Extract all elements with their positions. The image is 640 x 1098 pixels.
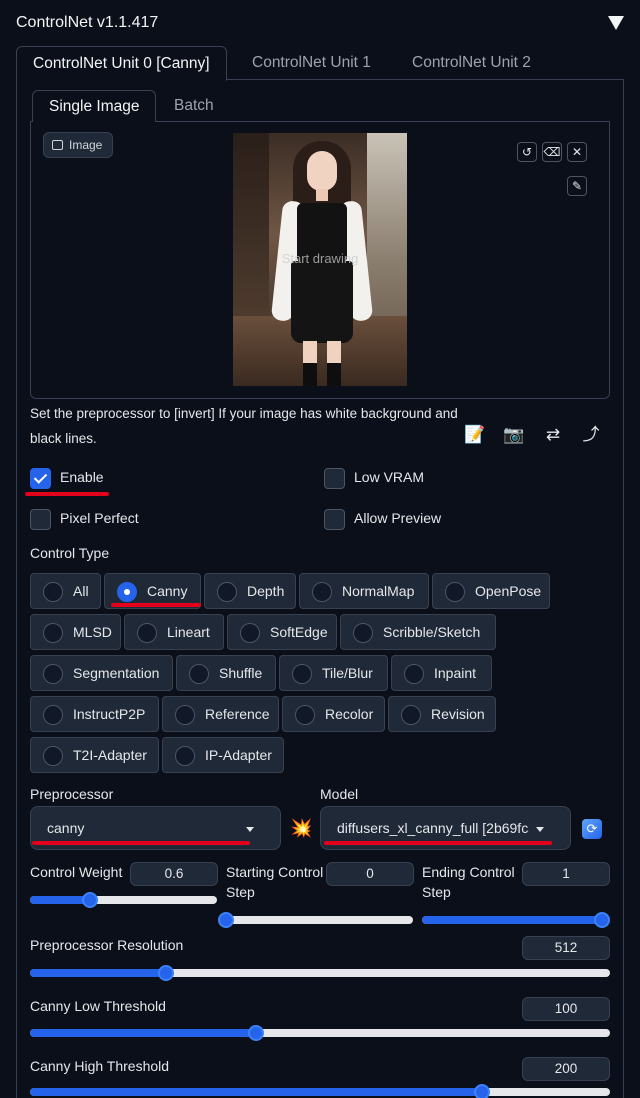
canny-low-input[interactable]: 100 bbox=[522, 997, 610, 1021]
allow-preview-row[interactable]: Allow Preview bbox=[324, 509, 464, 531]
slider-thumb[interactable] bbox=[218, 912, 234, 928]
ending-step-label: Ending Control Step bbox=[422, 864, 515, 900]
camera-icon[interactable]: 📷 bbox=[503, 424, 525, 446]
brush-icon[interactable]: ✎ bbox=[567, 176, 587, 196]
tab-unit-1[interactable]: ControlNet Unit 1 bbox=[236, 46, 387, 80]
image-chip-label: Image bbox=[69, 138, 103, 152]
low-vram-row[interactable]: Low VRAM bbox=[324, 468, 464, 490]
pixel-perfect-checkbox[interactable] bbox=[30, 509, 51, 530]
control-type-depth[interactable]: Depth bbox=[204, 573, 296, 609]
close-icon[interactable]: ✕ bbox=[567, 142, 587, 162]
enable-checkbox-row[interactable]: Enable bbox=[30, 468, 150, 490]
annotation-underline bbox=[32, 841, 250, 845]
control-weight-slider[interactable] bbox=[30, 892, 217, 908]
canny-low-slider[interactable] bbox=[30, 1025, 610, 1041]
annotation-underline bbox=[111, 603, 201, 607]
ending-step-input[interactable]: 1 bbox=[522, 862, 610, 886]
control-weight-label: Control Weight bbox=[30, 864, 123, 880]
start-drawing-overlay: Start drawing bbox=[281, 251, 359, 266]
preprocessor-resolution-input[interactable]: 512 bbox=[522, 936, 610, 960]
annotation-underline bbox=[25, 492, 109, 496]
control-type-ip-adapter[interactable]: IP-Adapter bbox=[162, 737, 284, 773]
refresh-models-icon[interactable]: ⟳ bbox=[582, 819, 602, 839]
control-type-t2i-adapter[interactable]: T2I-Adapter bbox=[30, 737, 159, 773]
model-value: diffusers_xl_canny_full [2b69fca4] bbox=[337, 820, 529, 836]
undo-icon[interactable]: ↺ bbox=[517, 142, 537, 162]
swap-icon[interactable]: ⇄ bbox=[542, 424, 564, 446]
image-tab-bar: Single Image Batch bbox=[30, 90, 610, 123]
control-type-instructp2p[interactable]: InstructP2P bbox=[30, 696, 159, 732]
control-type-all[interactable]: All bbox=[30, 573, 101, 609]
control-type-shuffle[interactable]: Shuffle bbox=[176, 655, 276, 691]
tab-unit-0[interactable]: ControlNet Unit 0 [Canny] bbox=[16, 46, 227, 81]
accordion-header[interactable]: ControlNet v1.1.417 bbox=[0, 0, 640, 48]
eraser-icon[interactable]: ⌫ bbox=[542, 142, 562, 162]
control-type-revision[interactable]: Revision bbox=[388, 696, 496, 732]
control-type-label: Control Type bbox=[30, 545, 110, 561]
unit-tab-bar: ControlNet Unit 0 [Canny] ControlNet Uni… bbox=[16, 46, 624, 81]
control-type-scribble[interactable]: Scribble/Sketch bbox=[340, 614, 496, 650]
preprocessor-resolution-label: Preprocessor Resolution bbox=[30, 937, 184, 953]
canny-low-label: Canny Low Threshold bbox=[30, 998, 166, 1014]
collapse-triangle-icon[interactable] bbox=[608, 16, 624, 30]
annotation-underline bbox=[324, 841, 552, 845]
control-type-mlsd[interactable]: MLSD bbox=[30, 614, 121, 650]
control-weight-input[interactable]: 0.6 bbox=[130, 862, 218, 886]
pixel-perfect-label: Pixel Perfect bbox=[60, 510, 139, 526]
image-canvas[interactable]: Image Start drawing ↺ ⌫ ✕ ✎ bbox=[30, 122, 610, 399]
control-type-tile-blur[interactable]: Tile/Blur bbox=[279, 655, 388, 691]
allow-preview-checkbox[interactable] bbox=[324, 509, 345, 530]
chevron-down-icon bbox=[536, 827, 544, 832]
low-vram-label: Low VRAM bbox=[354, 469, 425, 485]
enable-label: Enable bbox=[60, 469, 104, 485]
enable-checkbox[interactable] bbox=[30, 468, 51, 489]
control-type-normalmap[interactable]: NormalMap bbox=[299, 573, 429, 609]
panel-title: ControlNet v1.1.417 bbox=[16, 14, 159, 31]
control-type-lineart[interactable]: Lineart bbox=[124, 614, 224, 650]
tab-single-image[interactable]: Single Image bbox=[32, 90, 157, 123]
model-label: Model bbox=[320, 786, 359, 802]
canny-high-slider[interactable] bbox=[30, 1084, 610, 1098]
tab-unit-2[interactable]: ControlNet Unit 2 bbox=[396, 46, 547, 80]
chevron-down-icon bbox=[246, 827, 254, 832]
control-type-softedge[interactable]: SoftEdge bbox=[227, 614, 337, 650]
ending-step-slider[interactable] bbox=[422, 912, 610, 928]
control-type-inpaint[interactable]: Inpaint bbox=[391, 655, 492, 691]
control-type-segmentation[interactable]: Segmentation bbox=[30, 655, 173, 691]
preprocessor-value: canny bbox=[47, 820, 85, 836]
allow-preview-label: Allow Preview bbox=[354, 510, 442, 526]
canny-high-label: Canny High Threshold bbox=[30, 1058, 170, 1074]
preprocessor-label: Preprocessor bbox=[30, 786, 114, 802]
invert-hint: Set the preprocessor to [invert] If your… bbox=[30, 406, 458, 446]
image-icon bbox=[52, 140, 63, 150]
slider-thumb[interactable] bbox=[81, 892, 98, 908]
starting-step-label: Starting Control Step bbox=[226, 864, 324, 900]
pixel-perfect-row[interactable]: Pixel Perfect bbox=[30, 509, 170, 531]
starting-step-input[interactable]: 0 bbox=[326, 862, 414, 886]
starting-step-slider[interactable] bbox=[218, 912, 413, 928]
control-type-reference[interactable]: Reference bbox=[162, 696, 279, 732]
control-type-recolor[interactable]: Recolor bbox=[282, 696, 385, 732]
uploaded-photo[interactable]: Start drawing bbox=[233, 133, 407, 386]
tab-batch[interactable]: Batch bbox=[158, 90, 230, 122]
send-up-icon[interactable]: ⤴ bbox=[580, 424, 602, 446]
edit-icon[interactable]: 📝 bbox=[464, 424, 486, 446]
image-label-chip: Image bbox=[43, 132, 114, 158]
slider-thumb[interactable] bbox=[594, 912, 610, 928]
preprocessor-resolution-slider[interactable] bbox=[30, 965, 610, 981]
explosion-icon[interactable]: 💥 bbox=[290, 818, 312, 839]
control-type-openpose[interactable]: OpenPose bbox=[432, 573, 550, 609]
low-vram-checkbox[interactable] bbox=[324, 468, 345, 489]
slider-thumb[interactable] bbox=[474, 1084, 491, 1098]
canny-high-input[interactable]: 200 bbox=[522, 1057, 610, 1081]
